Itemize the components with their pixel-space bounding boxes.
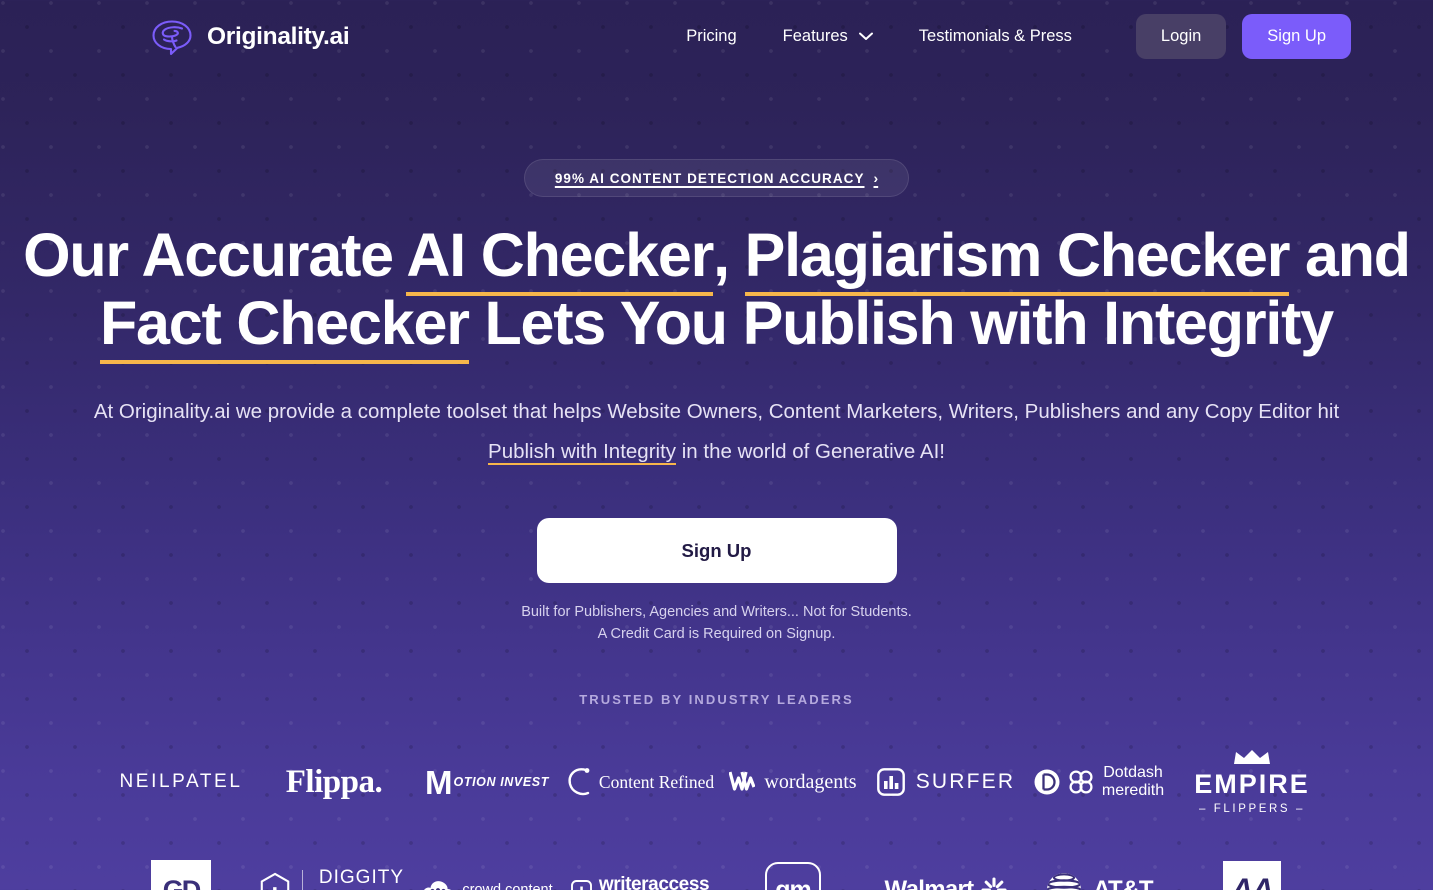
surfer-logo-text: SURFER bbox=[915, 770, 1016, 793]
cta-fineprint: Built for Publishers, Agencies and Write… bbox=[0, 601, 1433, 645]
headline-highlight-plagiarism-checker: Plagiarism Checker bbox=[744, 221, 1291, 289]
headline-highlight-ai-checker: AI Checker bbox=[406, 221, 714, 289]
fineprint-line-1: Built for Publishers, Agencies and Write… bbox=[521, 604, 912, 620]
content-refined-swoosh-icon bbox=[568, 768, 590, 796]
brand-name: Originality.ai bbox=[207, 22, 350, 50]
neilpatel-logo-text: NEILPATEL bbox=[119, 771, 243, 792]
subtitle-part-2: in the world of Generative AI! bbox=[676, 440, 945, 463]
fineprint-line-2: A Credit Card is Required on Signup. bbox=[597, 626, 836, 642]
diggity-hexagon-icon bbox=[260, 872, 289, 890]
walmart-spark-icon bbox=[981, 877, 1008, 890]
headline-part-3: and bbox=[1289, 221, 1411, 289]
headline-part-1: Our Accurate bbox=[23, 221, 407, 289]
walmart-logo-text: Walmart bbox=[884, 876, 975, 890]
signup-button-header[interactable]: Sign Up bbox=[1242, 14, 1351, 59]
subtitle-highlight: Publish with Integrity bbox=[488, 440, 677, 463]
brand-logo[interactable]: Originality.ai bbox=[150, 17, 350, 57]
empire-logo-text: EMPIRE bbox=[1194, 769, 1310, 799]
diggity-logo-text: DIGGITY bbox=[318, 867, 405, 888]
dotdash-d-icon bbox=[1034, 769, 1060, 795]
gm-logo-text: gm bbox=[775, 875, 811, 890]
meredith-knot-icon bbox=[1069, 770, 1093, 794]
trusted-by-label: TRUSTED BY INDUSTRY LEADERS bbox=[579, 692, 854, 707]
logo-gd: GD bbox=[105, 847, 258, 890]
crowd-content-cloud-icon bbox=[424, 881, 452, 890]
logo-wordagents: wordagents bbox=[717, 739, 870, 825]
flippa-logo-text: Flippa. bbox=[285, 763, 383, 800]
headline-part-2: , bbox=[713, 221, 745, 289]
flippers-logo-text: – FLIPPERS – bbox=[1199, 803, 1305, 815]
att-logo-text: AT&T bbox=[1093, 876, 1153, 890]
chevron-right-icon: › bbox=[873, 170, 879, 186]
logo-gm: gm bbox=[717, 847, 870, 890]
crowd-content-logo-text: crowd content bbox=[462, 882, 553, 890]
logo-motion-invest: M OTION INVEST bbox=[411, 739, 564, 825]
logo-flippa: Flippa. bbox=[258, 739, 411, 825]
wordagents-w-icon bbox=[729, 771, 756, 791]
motion-invest-logo-text: OTION INVEST bbox=[453, 775, 549, 789]
surfer-chart-icon bbox=[876, 768, 905, 796]
logo-walmart: Walmart bbox=[870, 847, 1023, 890]
headline-highlight-fact-checker: Fact Checker bbox=[100, 289, 470, 357]
brain-speech-bubble-icon bbox=[152, 19, 192, 55]
nav-item-pricing[interactable]: Pricing bbox=[663, 27, 759, 46]
att-globe-icon bbox=[1047, 873, 1082, 890]
trusted-logos-row-2: GD DIGGITY m a r k e t i n g bbox=[0, 847, 1433, 890]
crown-icon bbox=[1234, 750, 1270, 764]
content-refined-logo-text: Content Refined bbox=[598, 771, 715, 792]
page-title: Our Accurate AI Checker, Plagiarism Chec… bbox=[0, 221, 1433, 357]
logo-dotdash-meredith: Dotdash meredith bbox=[1023, 739, 1176, 825]
writeraccess-chart-icon bbox=[570, 879, 592, 890]
logo-neilpatel: NEILPATEL bbox=[105, 739, 258, 825]
accuracy-badge[interactable]: 99% AI CONTENT DETECTION ACCURACY › bbox=[523, 159, 910, 197]
logo-aa: AA bbox=[1176, 847, 1329, 890]
logo-att: AT&T bbox=[1023, 847, 1176, 890]
trusted-logos-row-1: NEILPATEL Flippa. M OTION INVEST Content… bbox=[0, 739, 1433, 825]
meredith-logo-text: meredith bbox=[1101, 782, 1165, 799]
page-subtitle: At Originality.ai we provide a complete … bbox=[0, 392, 1433, 472]
aa-logo-text: AA bbox=[1231, 873, 1273, 890]
nav-item-features-label: Features bbox=[782, 27, 848, 45]
chevron-down-icon bbox=[858, 32, 873, 40]
dotdash-logo-text: Dotdash bbox=[1103, 764, 1163, 781]
wordagents-logo-text: wordagents bbox=[764, 770, 857, 793]
signup-cta-button[interactable]: Sign Up bbox=[536, 518, 897, 583]
site-header: Originality.ai Pricing Features Testimon… bbox=[0, 0, 1433, 73]
gd-logo-text: GD bbox=[162, 874, 201, 890]
nav-item-testimonials[interactable]: Testimonials & Press bbox=[896, 27, 1095, 46]
main-navigation: Pricing Features Testimonials & Press Lo… bbox=[663, 14, 1351, 59]
logo-surfer: SURFER bbox=[870, 739, 1023, 825]
logo-diggity-marketing: DIGGITY m a r k e t i n g bbox=[258, 847, 411, 890]
hero-section: 99% AI CONTENT DETECTION ACCURACY › Our … bbox=[0, 73, 1433, 890]
motion-invest-mark: M bbox=[425, 763, 452, 801]
logo-empire-flippers: EMPIRE – FLIPPERS – bbox=[1176, 739, 1329, 825]
logo-crowd-content: crowd content bbox=[411, 847, 564, 890]
headline-part-4: Lets You Publish with Integrity bbox=[468, 289, 1334, 357]
accuracy-badge-label: 99% AI CONTENT DETECTION ACCURACY bbox=[554, 170, 865, 186]
nav-item-features[interactable]: Features bbox=[760, 27, 896, 46]
subtitle-part-1: At Originality.ai we provide a complete … bbox=[93, 400, 1340, 423]
logo-writeraccess: writeraccess by rockcontent bbox=[564, 847, 717, 890]
cta-container: Sign Up bbox=[0, 518, 1433, 583]
writeraccess-logo-text: writeraccess bbox=[598, 873, 710, 890]
login-button[interactable]: Login bbox=[1135, 14, 1227, 59]
logo-content-refined: Content Refined bbox=[564, 739, 717, 825]
